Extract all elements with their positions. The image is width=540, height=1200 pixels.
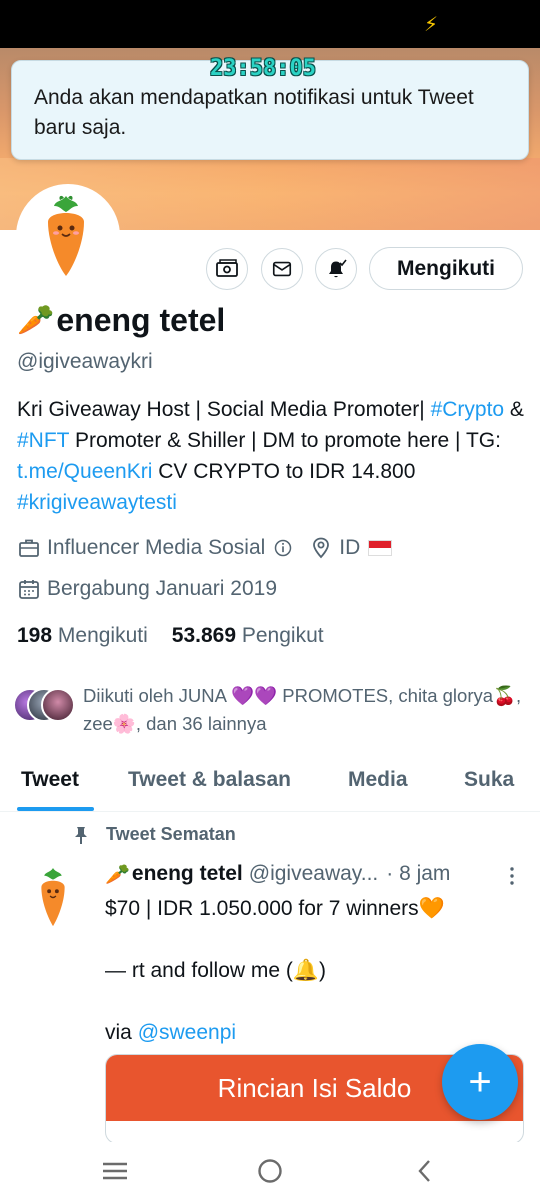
tweet-timestamp[interactable]: · 8 jam (386, 862, 450, 886)
calendar-icon (19, 580, 39, 599)
tweet-author-name[interactable]: eneng tetel (132, 862, 243, 886)
info-icon[interactable] (273, 538, 293, 558)
followed-by-text: Diikuti oleh JUNA 💜💜 PROMOTES, chita glo… (83, 685, 522, 734)
tweet-header: 🥕 eneng tetel @igiveaway... · 8 jam (105, 862, 450, 886)
message-button[interactable] (261, 248, 303, 290)
bell-check-icon (329, 259, 347, 278)
tip-jar-button[interactable] (206, 248, 248, 290)
toast-message: Anda akan mendapatkan notifikasi untuk T… (34, 86, 474, 139)
follow-stats: 198 Mengikuti 53.869 Pengikut (17, 624, 324, 648)
pinned-indicator: Tweet Sematan (72, 824, 236, 845)
bio-text: Kri Giveaway Host | Social Media Promote… (17, 398, 431, 421)
tab-tweet-replies[interactable]: Tweet & balasan (128, 768, 291, 792)
display-name-text: eneng tetel (56, 302, 226, 338)
briefcase-icon (19, 539, 39, 557)
profile-bio: Kri Giveaway Host | Social Media Promote… (17, 394, 527, 518)
tweet-author-handle[interactable]: @igiveaway... (249, 862, 378, 886)
notifications-button[interactable] (315, 248, 357, 290)
profile-meta-joined: Bergabung Januari 2019 (17, 577, 277, 601)
hashtag-link[interactable]: #Crypto (431, 398, 505, 421)
envelope-icon (272, 261, 292, 277)
following-label: Mengikuti (57, 624, 148, 647)
compose-tweet-button[interactable]: + (442, 1044, 518, 1120)
clock-overlay: 23:58:05 (210, 56, 316, 81)
tweet-author-avatar[interactable] (22, 866, 84, 928)
following-button[interactable]: Mengikuti (369, 247, 523, 290)
profile-meta-category: Influencer Media Sosial ID (17, 536, 393, 560)
location-pin-icon (313, 537, 330, 559)
system-nav-bar (0, 1142, 540, 1200)
category-text: Influencer Media Sosial (47, 536, 266, 559)
charging-icon: ⚡ (424, 12, 439, 36)
following-count: 198 (17, 624, 53, 647)
following-stat[interactable]: 198 Mengikuti (17, 624, 148, 648)
recent-apps-icon[interactable] (100, 1156, 130, 1186)
profile-tabs: Tweet Tweet & balasan Media Suka (0, 752, 540, 812)
hashtag-link[interactable]: #krigiveawaytesti (17, 491, 177, 514)
url-link[interactable]: t.me/QueenKri (17, 460, 152, 483)
plus-icon: + (468, 1059, 492, 1104)
status-bar: ⚡ (0, 0, 540, 48)
mention-link[interactable]: @sweenpi (138, 1021, 236, 1044)
tweet-text: via (105, 1021, 138, 1044)
tweet-line: via @sweenpi (105, 1017, 525, 1048)
bio-text: & (504, 398, 524, 421)
tab-likes[interactable]: Suka (464, 768, 514, 792)
location-text: ID (339, 536, 361, 559)
indonesia-flag-icon (368, 540, 393, 556)
tweet-line: $70 | IDR 1.050.000 for 7 winners🧡 (105, 897, 445, 920)
pin-icon (75, 826, 87, 844)
carrot-emoji-icon: 🥕 (17, 303, 55, 338)
money-icon (216, 259, 238, 277)
more-options-icon[interactable] (508, 866, 516, 886)
joined-text: Bergabung Januari 2019 (47, 577, 278, 600)
bio-text: CV CRYPTO to IDR 14.800 (152, 460, 416, 483)
active-tab-indicator (17, 807, 94, 811)
carrot-avatar-icon (48, 195, 84, 276)
bio-text: Promoter & Shiller | DM to promote here … (69, 429, 501, 452)
tab-tweet[interactable]: Tweet (21, 768, 79, 792)
avatar (41, 688, 75, 722)
home-icon[interactable] (255, 1156, 285, 1186)
back-icon[interactable] (410, 1156, 440, 1186)
carrot-emoji-icon: 🥕 (105, 862, 130, 886)
profile-handle: @igiveawaykri (17, 350, 153, 373)
followers-count: 53.869 (171, 624, 237, 647)
followers-stat[interactable]: 53.869 Pengikut (172, 624, 324, 648)
pinned-label: Tweet Sematan (106, 824, 236, 844)
tab-media[interactable]: Media (348, 768, 408, 792)
followers-label: Pengikut (241, 624, 324, 647)
tweet-line: — rt and follow me (🔔) (105, 959, 327, 982)
hashtag-link[interactable]: #NFT (17, 429, 69, 452)
mini-avatar-stack (13, 688, 77, 724)
display-name: 🥕 eneng tetel (17, 302, 225, 339)
